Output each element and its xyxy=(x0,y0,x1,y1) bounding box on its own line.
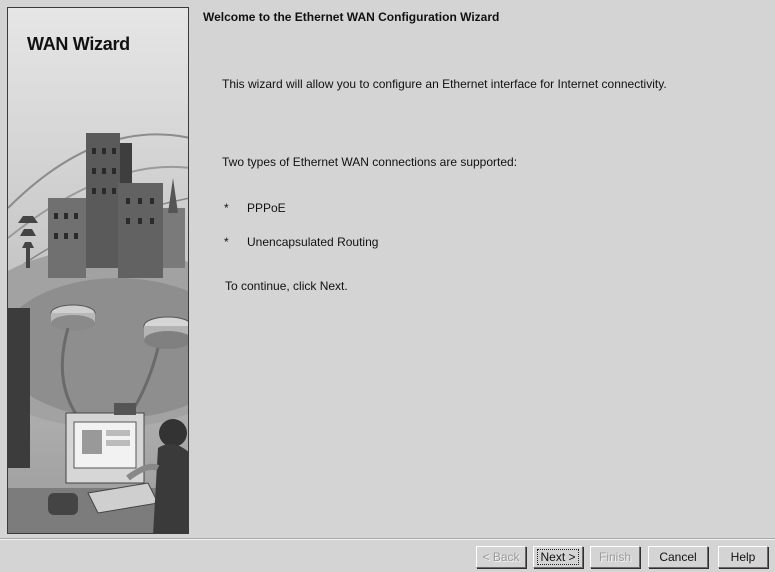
bullet-unencapsulated-routing: Unencapsulated Routing xyxy=(247,235,379,249)
cancel-button-label: Cancel xyxy=(659,550,697,564)
intro-text: This wizard will allow you to configure … xyxy=(222,77,667,91)
next-button-label: Next > xyxy=(537,549,579,565)
continue-text: To continue, click Next. xyxy=(225,279,348,293)
help-button[interactable]: Help xyxy=(718,546,768,568)
finish-button-label: Finish xyxy=(598,550,631,564)
bullet-marker: * xyxy=(224,235,229,249)
page-heading: Welcome to the Ethernet WAN Configuratio… xyxy=(203,10,500,24)
back-button[interactable]: < Back xyxy=(476,546,526,568)
footer-divider xyxy=(0,538,775,540)
next-button[interactable]: Next > xyxy=(533,546,583,568)
wizard-illustration-panel: WAN Wizard xyxy=(7,7,189,534)
wizard-title: WAN Wizard xyxy=(27,34,130,54)
back-button-label: < Back xyxy=(482,550,520,564)
wizard-window: WAN Wizard Welcome to the Ethernet WAN C… xyxy=(0,0,775,572)
city-illustration xyxy=(8,8,188,533)
bullet-marker: * xyxy=(224,201,229,215)
cancel-button[interactable]: Cancel xyxy=(648,546,708,568)
finish-button[interactable]: Finish xyxy=(590,546,640,568)
wizard-content: Welcome to the Ethernet WAN Configuratio… xyxy=(190,0,775,534)
bullet-pppoe: PPPoE xyxy=(247,201,286,215)
types-intro-text: Two types of Ethernet WAN connections ar… xyxy=(222,155,518,169)
help-button-label: Help xyxy=(730,550,756,564)
